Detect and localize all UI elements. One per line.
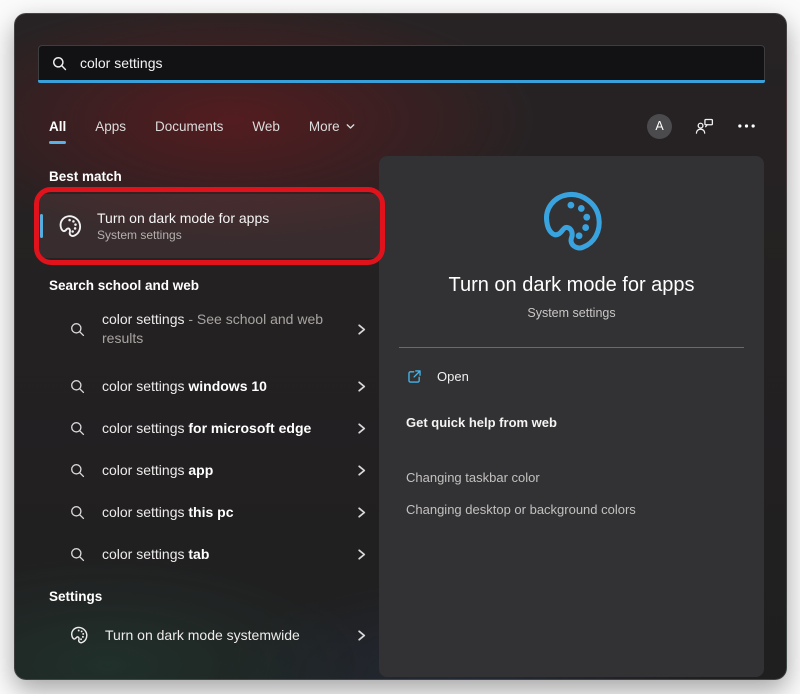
search-icon	[69, 321, 86, 338]
best-match-subtitle: System settings	[97, 228, 269, 242]
search-suggestion[interactable]: color settings windows 10	[39, 365, 380, 407]
tab-all-label: All	[49, 119, 66, 134]
tab-web-label: Web	[252, 119, 280, 134]
search-suggestion[interactable]: color settings for microsoft edge	[39, 407, 380, 449]
suggestion-text: color settings windows 10	[102, 377, 339, 396]
tab-documents[interactable]: Documents	[155, 119, 223, 134]
preview-title: Turn on dark mode for apps	[448, 274, 694, 297]
best-match-heading: Best match	[49, 169, 380, 184]
chevron-down-icon	[345, 121, 356, 132]
search-accent-underline	[38, 80, 765, 83]
tab-selected-indicator	[49, 141, 66, 144]
chevron-right-icon[interactable]	[355, 629, 368, 642]
open-action[interactable]: Open	[406, 368, 469, 385]
palette-icon	[69, 625, 89, 645]
tab-web[interactable]: Web	[252, 119, 280, 134]
best-match-title: Turn on dark mode for apps	[97, 210, 269, 226]
topbar-icons: A	[647, 114, 756, 139]
tab-all[interactable]: All	[49, 119, 66, 134]
more-options-icon[interactable]	[737, 123, 756, 129]
selection-accent-bar	[40, 214, 43, 238]
search-flyout: color settings All Apps Documents Web Mo…	[14, 13, 787, 680]
chevron-right-icon[interactable]	[355, 548, 368, 561]
search-icon	[69, 462, 86, 479]
chevron-right-icon[interactable]	[355, 422, 368, 435]
results-list: Best match Turn on dark mode for apps Sy…	[39, 169, 380, 656]
web-section-heading: Search school and web	[49, 278, 380, 293]
tab-more-label: More	[309, 119, 340, 134]
chevron-right-icon[interactable]	[355, 464, 368, 477]
preview-links: Get quick help from web Changing taskbar…	[406, 415, 636, 517]
preview-panel: Turn on dark mode for apps System settin…	[379, 156, 764, 677]
search-icon	[69, 420, 86, 437]
suggestion-text: color settings for microsoft edge	[102, 419, 339, 438]
search-query-text: color settings	[80, 55, 162, 71]
tab-apps-label: Apps	[95, 119, 126, 134]
search-suggestion[interactable]: color settings - See school and web resu…	[39, 301, 380, 357]
search-icon	[69, 504, 86, 521]
palette-icon	[537, 186, 607, 256]
quick-help-link[interactable]: Get quick help from web	[406, 415, 636, 430]
chevron-right-icon[interactable]	[355, 506, 368, 519]
search-suggestion[interactable]: color settings app	[39, 449, 380, 491]
preview-subtitle: System settings	[527, 306, 615, 320]
open-label: Open	[437, 369, 469, 384]
search-icon	[69, 378, 86, 395]
settings-result-text: Turn on dark mode systemwide	[105, 626, 339, 645]
search-icon	[69, 546, 86, 563]
tab-documents-label: Documents	[155, 119, 223, 134]
palette-icon	[57, 213, 83, 239]
suggestion-text: color settings this pc	[102, 503, 339, 522]
chevron-right-icon[interactable]	[355, 380, 368, 393]
search-suggestion[interactable]: color settings tab	[39, 533, 380, 575]
divider	[399, 347, 744, 348]
avatar[interactable]: A	[647, 114, 672, 139]
tab-apps[interactable]: Apps	[95, 119, 126, 134]
tab-more[interactable]: More	[309, 119, 356, 134]
search-icon	[51, 55, 68, 72]
chevron-right-icon[interactable]	[355, 323, 368, 336]
help-link[interactable]: Changing taskbar color	[406, 470, 636, 485]
settings-section-heading: Settings	[49, 589, 380, 604]
suggestion-text: color settings tab	[102, 545, 339, 564]
search-suggestion[interactable]: color settings this pc	[39, 491, 380, 533]
best-match-result[interactable]: Turn on dark mode for apps System settin…	[39, 194, 380, 258]
suggestion-text: color settings - See school and web resu…	[102, 310, 339, 348]
help-link[interactable]: Changing desktop or background colors	[406, 502, 636, 517]
suggestion-text: color settings app	[102, 461, 339, 480]
open-external-icon	[406, 368, 423, 385]
filter-tabs: All Apps Documents Web More A	[49, 109, 756, 143]
feedback-icon[interactable]	[694, 116, 715, 137]
search-input[interactable]: color settings	[38, 45, 765, 80]
settings-result[interactable]: Turn on dark mode systemwide	[39, 614, 380, 656]
